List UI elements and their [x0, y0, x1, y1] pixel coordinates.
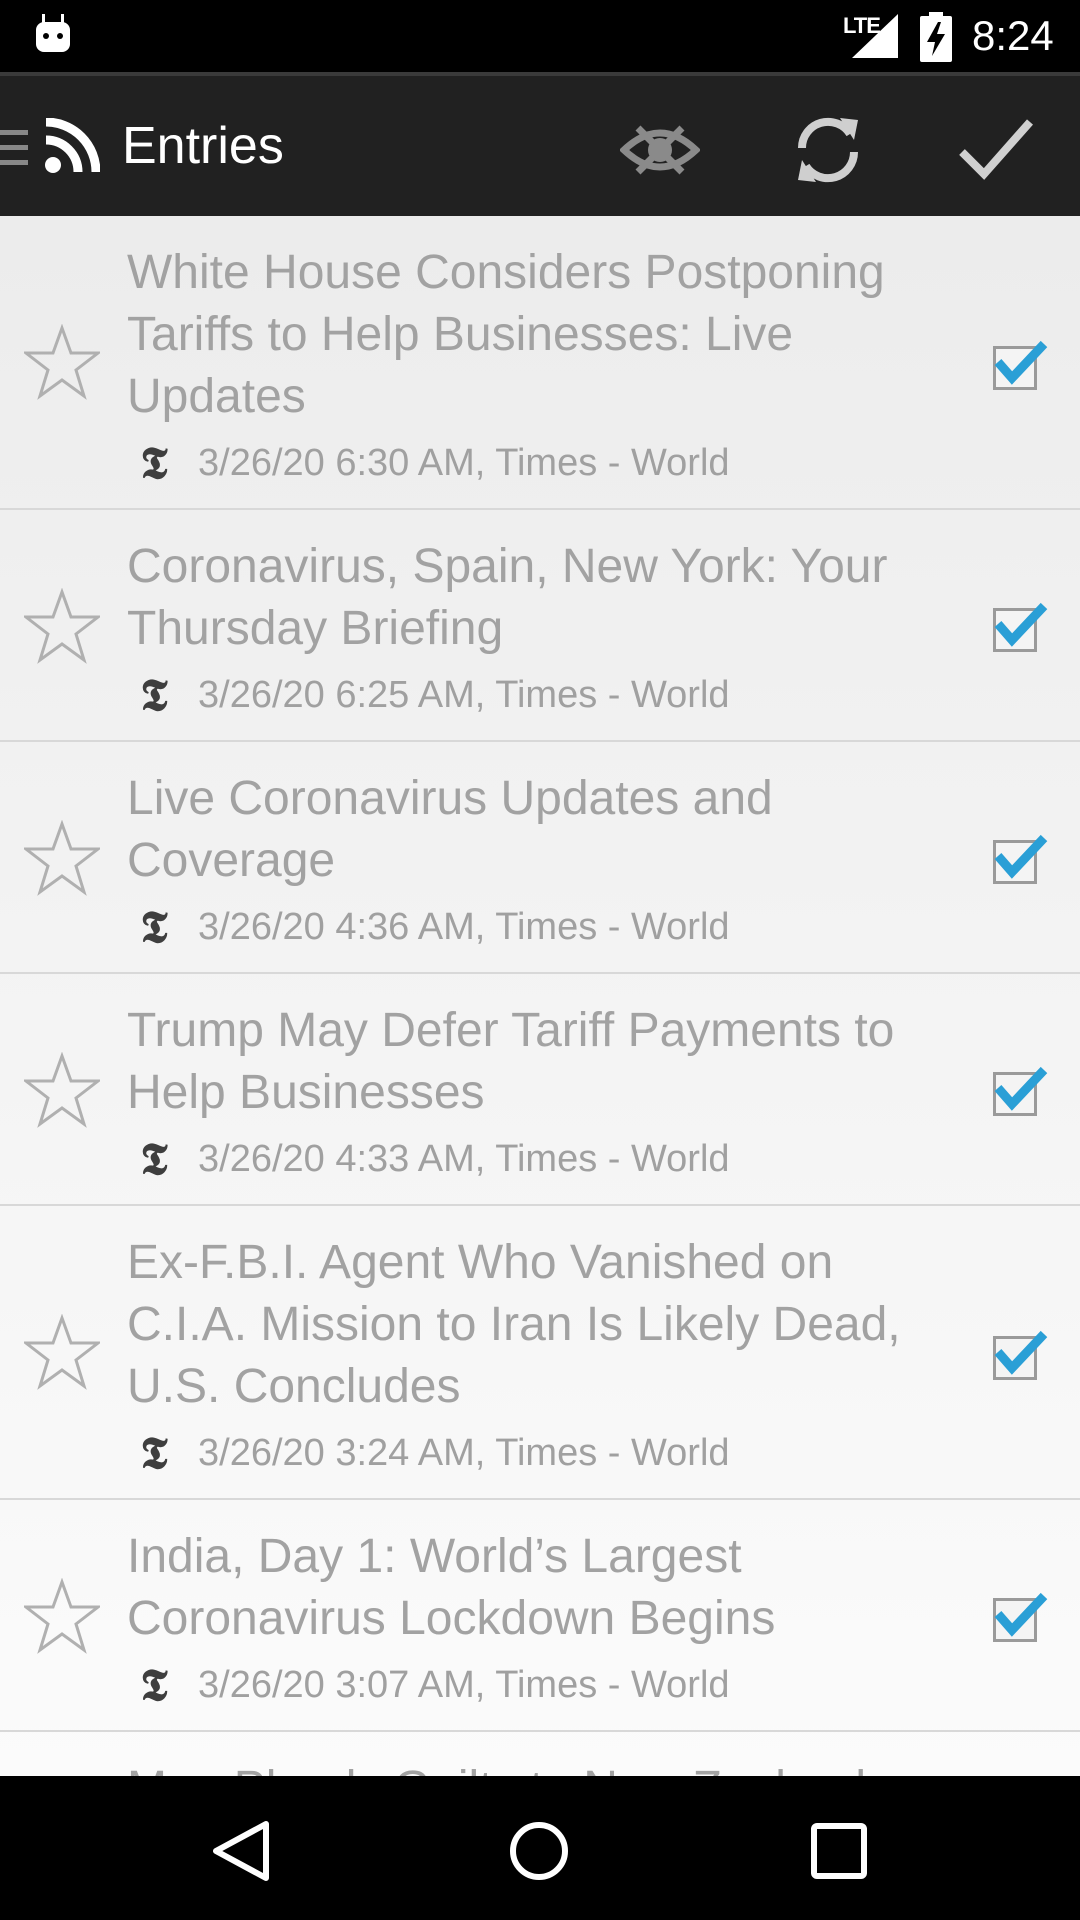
read-checkbox[interactable]	[990, 340, 1048, 394]
check-mark-icon	[994, 1592, 1048, 1637]
entry-date-source: 3/26/20 6:30 AM, Times - World	[198, 441, 730, 484]
read-checkbox[interactable]	[990, 1066, 1048, 1120]
battery-charging-icon	[920, 12, 952, 62]
entry-list[interactable]: White House Considers Postponing Tariffs…	[0, 216, 1080, 1776]
read-checkbox[interactable]	[990, 602, 1048, 656]
back-icon[interactable]	[208, 1818, 274, 1884]
entry-meta: 𝕿 3/26/20 6:30 AM, Times - World	[130, 437, 730, 489]
entry-date-source: 3/26/20 4:36 AM, Times - World	[198, 905, 730, 948]
entry-date-source: 3/26/20 3:24 AM, Times - World	[198, 1431, 730, 1474]
nyt-logo-icon: 𝕿	[140, 1659, 168, 1711]
list-item[interactable]: Ex-F.B.I. Agent Who Vanished on C.I.A. M…	[0, 1206, 1080, 1500]
nyt-logo-icon: 𝕿	[140, 669, 168, 721]
refresh-icon[interactable]	[788, 110, 868, 190]
check-mark-icon	[994, 602, 1048, 647]
action-bar: Entries	[0, 72, 1080, 216]
nyt-logo-icon: 𝕿	[140, 437, 168, 489]
star-icon[interactable]	[24, 324, 100, 400]
list-item[interactable]: Coronavirus, Spain, New York: Your Thurs…	[0, 510, 1080, 742]
star-icon[interactable]	[24, 1578, 100, 1654]
list-item[interactable]: Live Coronavirus Updates and Coverage 𝕿 …	[0, 742, 1080, 974]
star-icon[interactable]	[24, 820, 100, 896]
entry-meta: 𝕿 3/26/20 6:25 AM, Times - World	[130, 669, 730, 721]
entry-date-source: 3/26/20 6:25 AM, Times - World	[198, 673, 730, 716]
star-icon[interactable]	[24, 588, 100, 664]
entry-title: Trump May Defer Tariff Payments to Help …	[127, 1004, 895, 1119]
list-item[interactable]: India, Day 1: World’s Largest Coronaviru…	[0, 1500, 1080, 1732]
entry-date-source: 3/26/20 3:07 AM, Times - World	[198, 1663, 730, 1706]
entry-title: Ex-F.B.I. Agent Who Vanished on C.I.A. M…	[127, 1236, 901, 1413]
nyt-logo-icon: 𝕿	[140, 1133, 168, 1185]
read-checkbox[interactable]	[990, 834, 1048, 888]
entry-title: India, Day 1: World’s Largest Coronaviru…	[127, 1530, 776, 1645]
read-checkbox[interactable]	[990, 1330, 1048, 1384]
entry-meta: 𝕿 3/26/20 4:33 AM, Times - World	[130, 1133, 730, 1185]
nyt-logo-icon: 𝕿	[140, 901, 168, 953]
list-item[interactable]: Man Pleads Guilty to New Zealand Mosque …	[0, 1732, 1080, 1776]
entry-meta: 𝕿 3/26/20 3:24 AM, Times - World	[130, 1427, 730, 1479]
list-item[interactable]: White House Considers Postponing Tariffs…	[0, 216, 1080, 510]
signal-icon	[852, 14, 898, 58]
list-item[interactable]: Trump May Defer Tariff Payments to Help …	[0, 974, 1080, 1206]
clock: 8:24	[972, 12, 1054, 59]
android-notification-icon	[36, 14, 70, 52]
check-mark-icon	[994, 834, 1048, 879]
nyt-logo-icon: 𝕿	[140, 1427, 168, 1479]
hide-read-icon[interactable]	[620, 110, 700, 190]
entry-title: Coronavirus, Spain, New York: Your Thurs…	[127, 540, 888, 655]
check-mark-icon	[994, 1066, 1048, 1111]
entry-meta: 𝕿 3/26/20 3:07 AM, Times - World	[130, 1659, 730, 1711]
read-checkbox[interactable]	[990, 1592, 1048, 1646]
entry-date-source: 3/26/20 4:33 AM, Times - World	[198, 1137, 730, 1180]
check-mark-icon	[994, 1330, 1048, 1375]
navigation-bar	[0, 1776, 1080, 1920]
rss-feed-icon[interactable]	[44, 118, 100, 174]
entry-title: Live Coronavirus Updates and Coverage	[127, 772, 773, 887]
status-bar: LTE 8:24	[0, 0, 1080, 72]
page-title: Entries	[122, 117, 284, 175]
mark-all-read-icon[interactable]	[956, 110, 1036, 190]
home-icon[interactable]	[506, 1818, 572, 1884]
check-mark-icon	[994, 340, 1048, 385]
entry-title: White House Considers Postponing Tariffs…	[127, 246, 885, 423]
entry-title: Man Pleads Guilty to New Zealand Mosque …	[127, 1758, 947, 1776]
star-icon[interactable]	[24, 1314, 100, 1390]
star-icon[interactable]	[24, 1052, 100, 1128]
entry-meta: 𝕿 3/26/20 4:36 AM, Times - World	[130, 901, 730, 953]
drawer-menu-icon[interactable]	[0, 126, 30, 170]
recents-icon[interactable]	[806, 1818, 872, 1884]
